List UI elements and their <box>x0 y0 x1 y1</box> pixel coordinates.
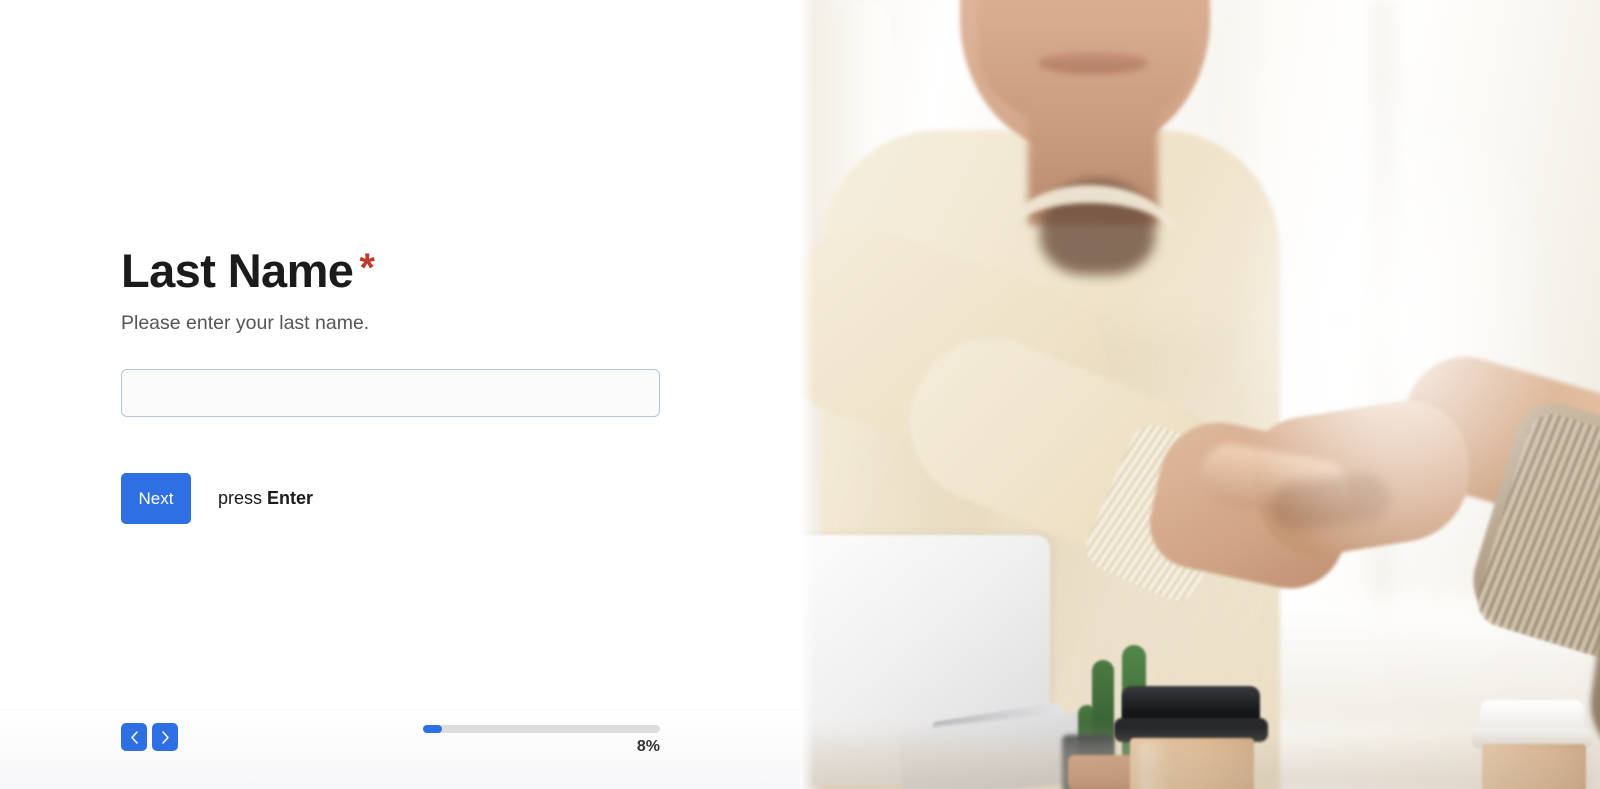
next-question-button[interactable] <box>152 723 178 751</box>
nav-buttons <box>121 723 178 751</box>
next-button[interactable]: Next <box>121 472 191 524</box>
desk-surface <box>800 737 1600 789</box>
previous-question-button[interactable] <box>121 723 147 751</box>
handshake-photo <box>800 0 1600 789</box>
progress-bar-fill <box>423 725 442 733</box>
hero-image-pane <box>800 0 1600 789</box>
window-glow <box>1230 60 1560 580</box>
form-screen: Last Name * Please enter your last name. … <box>0 0 1600 789</box>
page-title: Last Name * <box>121 246 681 295</box>
required-asterisk-icon: * <box>359 246 375 290</box>
bottom-bar: 8% <box>0 711 800 789</box>
press-enter-hint: press Enter <box>218 488 313 509</box>
hint-prefix-text: press <box>218 487 263 508</box>
progress-bar-track[interactable] <box>423 725 660 733</box>
question-block: Last Name * Please enter your last name. … <box>121 246 681 524</box>
action-row: Next press Enter <box>121 472 681 524</box>
form-pane: Last Name * Please enter your last name. … <box>0 0 800 789</box>
question-help-text: Please enter your last name. <box>121 312 370 335</box>
hint-key-text: Enter <box>267 487 314 508</box>
question-title-text: Last Name <box>121 244 354 297</box>
chevron-left-icon <box>130 730 138 744</box>
progress-percent-label: 8% <box>636 738 660 755</box>
photo-left-edge-fade <box>800 0 814 789</box>
chevron-right-icon <box>161 730 169 744</box>
person-left-mouth <box>1038 52 1148 74</box>
progress-area: 8% <box>423 711 660 789</box>
last-name-input[interactable] <box>121 368 660 417</box>
